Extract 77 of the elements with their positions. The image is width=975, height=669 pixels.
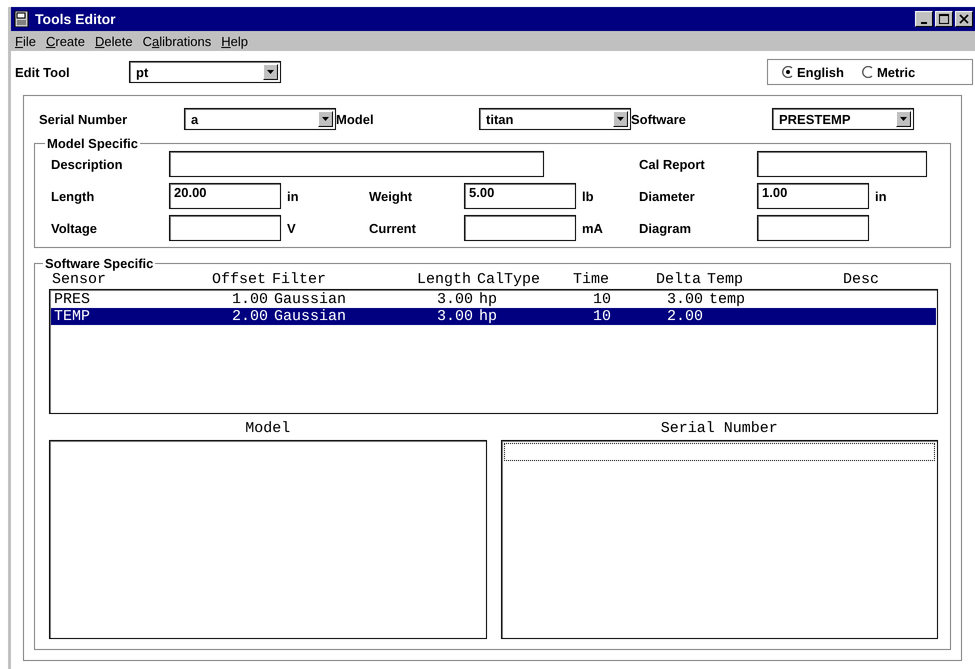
table-cell-text: 2.00 xyxy=(666,308,704,325)
field-label: Model xyxy=(336,112,375,126)
input-field[interactable] xyxy=(169,215,281,241)
unit-radio[interactable]: English xyxy=(782,64,844,80)
field-dropdown[interactable]: titan xyxy=(479,108,631,130)
table-cell-text: 10 xyxy=(592,291,612,308)
list-label: Serial Number xyxy=(660,420,778,439)
table-cell-text: 3.00 xyxy=(436,308,474,325)
field-label: Cal Report xyxy=(639,156,706,172)
field-label: Description xyxy=(51,156,124,172)
group-title: Software Specific xyxy=(44,256,154,271)
unit-label: in xyxy=(875,188,887,204)
field-label: Length xyxy=(51,188,96,204)
column-header: Sensor xyxy=(51,271,108,288)
field-label: Software xyxy=(631,112,687,126)
window-title: Tools Editor xyxy=(35,11,116,27)
model-list[interactable] xyxy=(49,440,486,639)
field-label: Diagram xyxy=(639,220,692,236)
table-cell-text: 10 xyxy=(592,308,612,325)
close-button[interactable] xyxy=(955,11,973,27)
field-label: Weight xyxy=(369,188,414,204)
field-label: Current xyxy=(369,220,417,236)
column-header: Temp xyxy=(706,271,744,288)
table-cell-text: Gaussian xyxy=(273,291,348,308)
table-cell-text: 2.00 xyxy=(230,308,269,325)
column-header: Length xyxy=(416,271,472,288)
menu-item[interactable]: File xyxy=(15,34,36,48)
column-header: CalType xyxy=(476,271,542,288)
input-field[interactable] xyxy=(464,215,576,241)
field-label: Diameter xyxy=(639,188,696,204)
group-title: Model Specific xyxy=(46,136,140,151)
table-cell-text: hp xyxy=(478,308,498,325)
menu-item[interactable]: Delete xyxy=(95,34,133,48)
input-field[interactable]: 5.00 xyxy=(464,183,576,209)
close-icon xyxy=(959,14,969,24)
unit-radio[interactable]: Metric xyxy=(862,64,916,80)
table-cell-text: PRES xyxy=(53,291,92,308)
unit-label: mA xyxy=(582,220,603,236)
column-header: Time xyxy=(572,271,610,288)
app-icon xyxy=(14,11,30,27)
column-header: Desc xyxy=(842,271,880,288)
table-cell-text: 3.00 xyxy=(666,291,704,308)
table-cell-text: 1.00 xyxy=(230,291,269,308)
field-label: Voltage xyxy=(51,220,98,236)
minimize-icon xyxy=(921,22,927,24)
description-field[interactable] xyxy=(169,151,544,177)
table-cell-text: Gaussian xyxy=(273,308,348,325)
input-field[interactable] xyxy=(757,215,869,241)
maximize-icon xyxy=(939,14,949,24)
table-cell-text: 3.00 xyxy=(436,291,474,308)
field-label: Serial Number xyxy=(39,112,128,126)
maximize-button[interactable] xyxy=(935,11,953,27)
edit-tool-dropdown[interactable]: pt xyxy=(129,61,281,83)
unit-label: V xyxy=(287,220,296,236)
menu-item[interactable]: Help xyxy=(221,34,248,48)
column-header: Delta xyxy=(654,271,702,288)
edit-tool-label: Edit Tool xyxy=(14,64,71,80)
menu-item[interactable]: Calibrations xyxy=(142,34,212,48)
input-field[interactable]: 20.00 xyxy=(169,183,281,209)
cal-report-field[interactable] xyxy=(757,151,927,177)
unit-label: lb xyxy=(582,188,594,204)
table-cell-text: temp xyxy=(708,291,746,308)
unit-label: in xyxy=(287,188,299,204)
column-header: Filter xyxy=(271,271,328,288)
list-row[interactable]: TEMP 2.00 Gaussian 3.00 hp 10 2.00 xyxy=(51,308,936,325)
table-cell-text: hp xyxy=(478,291,498,308)
column-header: Offset xyxy=(210,271,267,288)
sensor-list[interactable]: PRES 1.00 Gaussian 3.00 hp 10 3.00 temp TEMP 2.00 Gaussian 3.00 hp 10 2.00 xyxy=(49,289,938,414)
minimize-button[interactable] xyxy=(915,11,933,27)
field-dropdown[interactable]: a xyxy=(184,108,336,130)
list-row[interactable]: PRES 1.00 Gaussian 3.00 hp 10 3.00 temp xyxy=(51,291,936,308)
table-cell-text: TEMP xyxy=(53,308,92,325)
menu-item[interactable]: Create xyxy=(46,34,85,48)
input-field[interactable]: 1.00 xyxy=(757,183,869,209)
serial-number-list[interactable] xyxy=(500,440,938,639)
field-dropdown[interactable]: PRESTEMP xyxy=(772,108,914,130)
list-label: Model xyxy=(245,420,290,439)
